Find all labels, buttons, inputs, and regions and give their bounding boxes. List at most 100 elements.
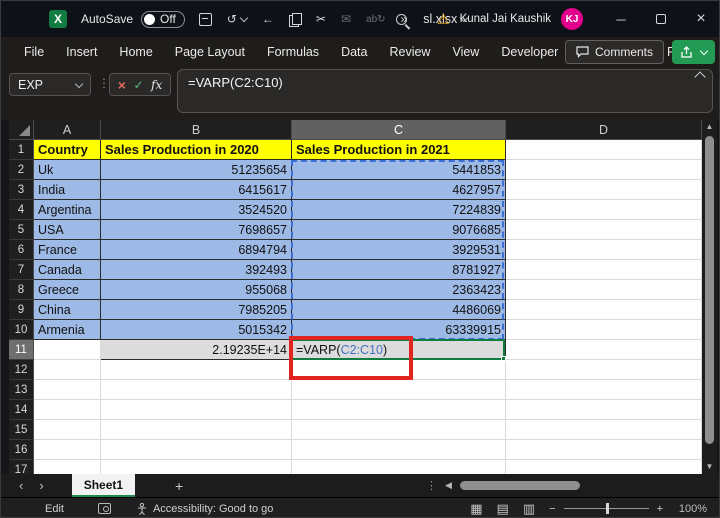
cell-B6[interactable]: 6894794 [101,240,292,260]
cell-C5[interactable]: 9076685 [292,220,506,240]
warning-icon[interactable]: ⚠ [437,11,450,28]
cell-A4[interactable]: Argentina [34,200,101,220]
macro-record-icon[interactable] [97,503,111,514]
cell-C12[interactable] [292,360,506,380]
row-header-17[interactable]: 17 [9,460,34,474]
cell-C1[interactable]: Sales Production in 2021 [292,140,506,160]
collapse-formula-bar-icon[interactable] [694,71,706,83]
zoom-in-icon[interactable]: + [657,503,663,515]
cell-A16[interactable] [34,440,101,460]
sheet-tab-active[interactable]: Sheet1 [71,474,136,497]
tab-developer[interactable]: Developer [490,37,569,67]
cell-B10[interactable]: 5015342 [101,320,292,340]
comments-button[interactable]: Comments [564,40,664,64]
cell-A17[interactable] [34,460,101,474]
autosave-toggle[interactable]: Off [141,10,185,28]
row-header-6[interactable]: 6 [9,240,34,260]
tab-review[interactable]: Review [378,37,441,67]
cell-A15[interactable] [34,420,101,440]
user-name[interactable]: Kunal Jai Kaushik [460,13,551,25]
row-header-9[interactable]: 9 [9,300,34,320]
cell-D8[interactable] [506,280,702,300]
cell-D5[interactable] [506,220,702,240]
cell-C13[interactable] [292,380,506,400]
row-header-3[interactable]: 3 [9,180,34,200]
cell-C14[interactable] [292,400,506,420]
scroll-down-icon[interactable]: ▼ [706,460,714,474]
select-all-corner[interactable] [9,120,34,140]
cell-A2[interactable]: Uk [34,160,101,180]
row-header-7[interactable]: 7 [9,260,34,280]
cell-A5[interactable]: USA [34,220,101,240]
cancel-entry-icon[interactable]: × [118,77,126,93]
cell-C10[interactable]: 63339915 [292,320,506,340]
cell-B1[interactable]: Sales Production in 2020 [101,140,292,160]
excel-app-icon[interactable]: X [49,10,67,28]
cell-C6[interactable]: 3929531 [292,240,506,260]
cell-D13[interactable] [506,380,702,400]
cell-B2[interactable]: 51235654 [101,160,292,180]
cell-D11[interactable] [506,340,702,360]
cell-C17[interactable] [292,460,506,474]
minimize-button[interactable]: ─ [601,1,641,37]
cell-B13[interactable] [101,380,292,400]
cell-D10[interactable] [506,320,702,340]
cell-C16[interactable] [292,440,506,460]
cell-A3[interactable]: India [34,180,101,200]
scroll-left-icon[interactable]: ◀ [445,480,452,491]
row-header-15[interactable]: 15 [9,420,34,440]
back-arrow-icon[interactable]: ← [262,12,274,26]
close-button[interactable]: × [681,1,719,37]
cell-C2[interactable]: 5441853 [292,160,506,180]
row-header-2[interactable]: 2 [9,160,34,180]
horizontal-scrollbar[interactable]: ⋮ ◀ ▶ [426,474,719,497]
vertical-scrollbar[interactable]: ▲ ▼ [702,120,717,474]
cell-B14[interactable] [101,400,292,420]
row-header-16[interactable]: 16 [9,440,34,460]
cell-C8[interactable]: 2363423 [292,280,506,300]
tab-insert[interactable]: Insert [55,37,108,67]
cell-D2[interactable] [506,160,702,180]
cell-B9[interactable]: 7985205 [101,300,292,320]
cell-B15[interactable] [101,420,292,440]
cell-A7[interactable]: Canada [34,260,101,280]
zoom-slider-knob[interactable] [606,503,610,514]
cell-D17[interactable] [506,460,702,474]
name-box[interactable]: EXP [9,73,91,96]
cell-C3[interactable]: 4627957 [292,180,506,200]
cell-A9[interactable]: China [34,300,101,320]
cell-D1[interactable] [506,140,702,160]
cell-C7[interactable]: 8781927 [292,260,506,280]
zoom-slider[interactable] [563,503,649,514]
tab-formulas[interactable]: Formulas [256,37,330,67]
search-icon[interactable] [396,13,408,25]
row-header-4[interactable]: 4 [9,200,34,220]
cell-B12[interactable] [101,360,292,380]
cell-B4[interactable]: 3524520 [101,200,292,220]
cell-D6[interactable] [506,240,702,260]
row-header-8[interactable]: 8 [9,280,34,300]
undo-chevron-icon[interactable] [239,13,249,23]
cell-A6[interactable]: France [34,240,101,260]
tab-data[interactable]: Data [330,37,378,67]
horizontal-scroll-track[interactable] [459,479,678,492]
cell-A8[interactable]: Greece [34,280,101,300]
row-header-14[interactable]: 14 [9,400,34,420]
cell-C11[interactable]: =VARP(C2:C10) [292,340,506,360]
share-button[interactable] [672,40,715,64]
scroll-up-icon[interactable]: ▲ [706,120,714,134]
cut-icon[interactable]: ✂ [316,12,326,26]
cell-A13[interactable] [34,380,101,400]
page-break-view-icon[interactable]: ▥ [523,501,535,517]
scrollbar-resize-handle-icon[interactable]: ⋮ [426,479,437,492]
save-icon[interactable] [198,12,212,26]
cell-C15[interactable] [292,420,506,440]
maximize-button[interactable] [641,1,681,37]
row-header-10[interactable]: 10 [9,320,34,340]
avatar[interactable]: KJ [561,8,583,30]
cell-D16[interactable] [506,440,702,460]
row-header-13[interactable]: 13 [9,380,34,400]
cell-D15[interactable] [506,420,702,440]
enter-entry-icon[interactable]: ✓ [133,78,143,92]
cell-D14[interactable] [506,400,702,420]
